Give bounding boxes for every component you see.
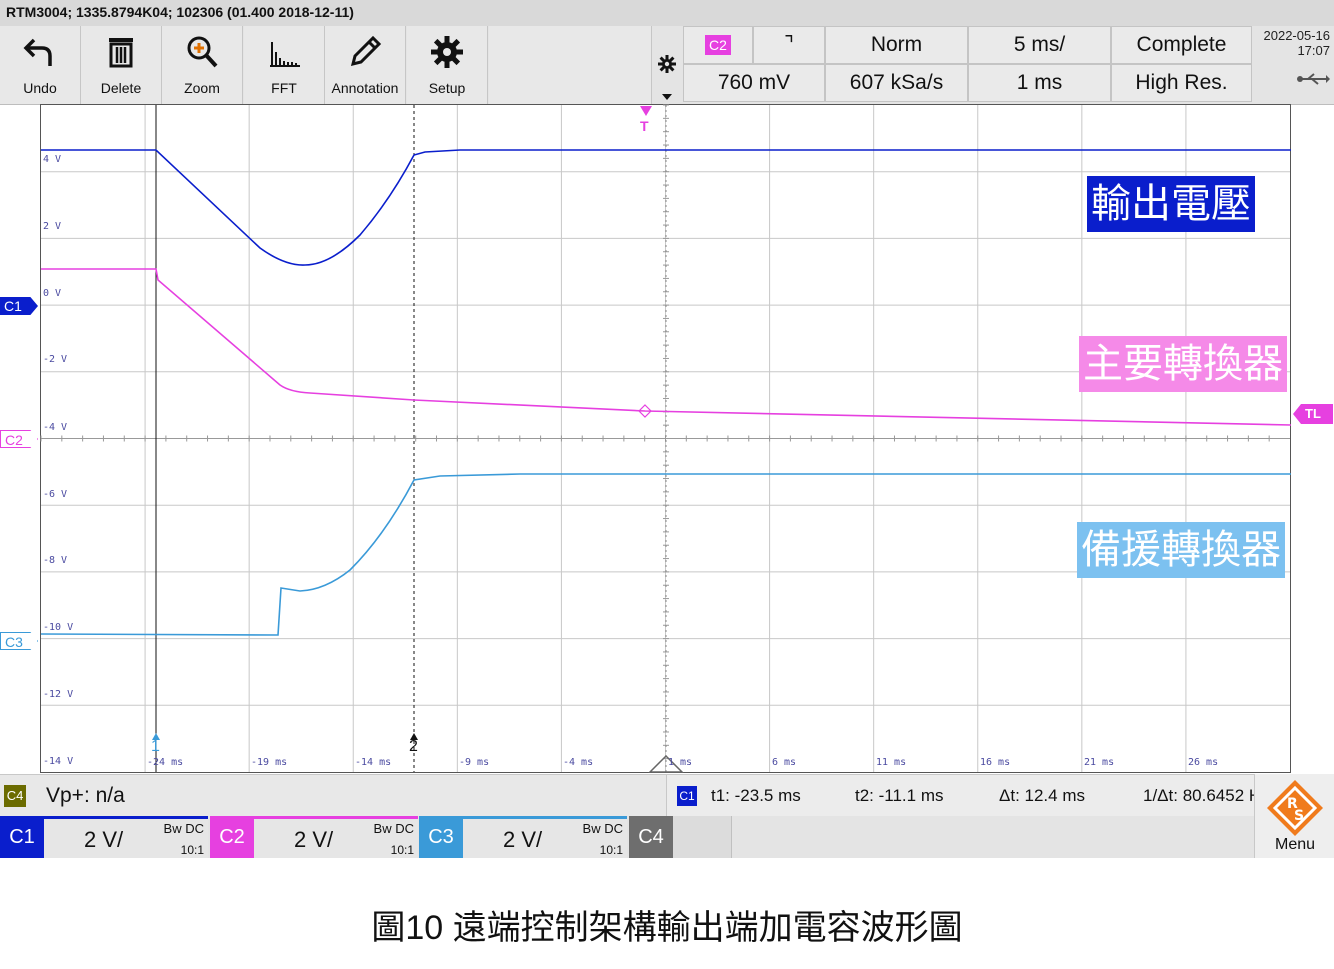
trigger-level-marker[interactable]: TL bbox=[1293, 404, 1333, 424]
c1-offset-marker[interactable]: C1 bbox=[0, 297, 38, 315]
trigger-label: T bbox=[640, 118, 649, 134]
c4-tag[interactable]: C4 bbox=[629, 816, 673, 858]
c1-probe-ratio: 10:1 bbox=[180, 843, 204, 857]
c2-bandwidth: Bw DC bbox=[373, 821, 414, 836]
c4-measure-tag[interactable]: C4 bbox=[4, 785, 26, 807]
annotation-backup-converter[interactable]: 備援轉換器 bbox=[1077, 522, 1285, 578]
c2-tag[interactable]: C2 bbox=[210, 816, 254, 858]
c2-scale: 2 V/ bbox=[294, 827, 334, 852]
measurement-bar: C4 Vp+: n/a C1 t1: -23.5 ms t2: -11.1 ms… bbox=[0, 774, 1334, 817]
x-label: 26 ms bbox=[1188, 757, 1219, 768]
y-label: 0 V bbox=[43, 288, 62, 299]
c3-settings[interactable]: 2 V/ Bw DC 10:1 bbox=[463, 816, 627, 858]
rs-logo-icon: R S bbox=[1267, 780, 1323, 836]
x-label: -14 ms bbox=[355, 757, 392, 768]
x-label: 21 ms bbox=[1084, 757, 1115, 768]
c1-bandwidth: Bw DC bbox=[163, 821, 204, 836]
x-label: -9 ms bbox=[459, 757, 490, 768]
trigger-position-icon[interactable] bbox=[640, 106, 652, 116]
y-label: 2 V bbox=[43, 221, 62, 232]
cursor-inv-dt: 1/Δt: 80.6452 Hz bbox=[1143, 786, 1270, 805]
x-label: 6 ms bbox=[772, 757, 797, 768]
cursor-dt: Δt: 12.4 ms bbox=[999, 786, 1085, 805]
y-label: -4 V bbox=[43, 422, 68, 433]
y-label: -8 V bbox=[43, 555, 68, 566]
cursor-source-badge: C1 bbox=[677, 786, 697, 806]
c2-settings[interactable]: 2 V/ Bw DC 10:1 bbox=[254, 816, 418, 858]
c3-tag[interactable]: C3 bbox=[419, 816, 463, 858]
figure-caption: 圖10 遠端控制架構輸出端加電容波形圖 bbox=[371, 909, 963, 947]
cursor-1-label: 1 bbox=[151, 738, 160, 755]
x-label: 16 ms bbox=[980, 757, 1011, 768]
y-label: -2 V bbox=[43, 354, 68, 365]
y-label: 4 V bbox=[43, 154, 62, 165]
y-label: -14 V bbox=[43, 756, 74, 767]
cursor-t1: t1: -23.5 ms bbox=[711, 786, 801, 805]
c2-probe-ratio: 10:1 bbox=[390, 843, 414, 857]
c1-scale: 2 V/ bbox=[84, 827, 124, 852]
x-label: -4 ms bbox=[563, 757, 594, 768]
y-label: -12 V bbox=[43, 689, 74, 700]
c4-settings[interactable] bbox=[673, 816, 732, 858]
x-label: 11 ms bbox=[876, 757, 907, 768]
c3-offset-marker[interactable]: C3 bbox=[0, 632, 38, 650]
c3-probe-ratio: 10:1 bbox=[599, 843, 623, 857]
x-label: -19 ms bbox=[251, 757, 288, 768]
c3-scale: 2 V/ bbox=[503, 827, 543, 852]
c3-bandwidth: Bw DC bbox=[582, 821, 623, 836]
menu-button[interactable]: R S Menu bbox=[1254, 774, 1334, 858]
cursor-readout[interactable]: C1 t1: -23.5 ms t2: -11.1 ms Δt: 12.4 ms… bbox=[666, 775, 1334, 817]
c1-settings[interactable]: 2 V/ Bw DC 10:1 bbox=[44, 816, 208, 858]
cursor-t2: t2: -11.1 ms bbox=[855, 786, 944, 805]
c2-offset-marker[interactable]: C2 bbox=[0, 430, 38, 448]
y-label: -6 V bbox=[43, 489, 68, 500]
svg-text:S: S bbox=[1294, 808, 1304, 824]
y-label: -10 V bbox=[43, 622, 74, 633]
c1-tag[interactable]: C1 bbox=[0, 816, 44, 858]
channel-bar: C1 2 V/ Bw DC 10:1 C2 2 V/ Bw DC 10:1 C3… bbox=[0, 774, 1334, 858]
x-label: 1 ms bbox=[668, 757, 693, 768]
vp-measurement[interactable]: Vp+: n/a bbox=[46, 784, 125, 808]
annotation-output-voltage[interactable]: 輸出電壓 bbox=[1087, 176, 1255, 232]
cursor-2-label: 2 bbox=[409, 738, 418, 755]
x-label: -24 ms bbox=[147, 757, 184, 768]
annotation-main-converter[interactable]: 主要轉換器 bbox=[1079, 336, 1287, 392]
menu-label: Menu bbox=[1274, 836, 1316, 853]
